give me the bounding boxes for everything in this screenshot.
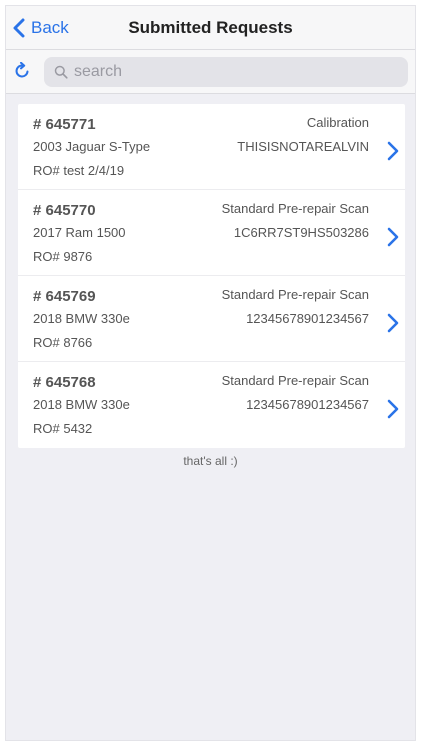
request-vehicle: 2018 BMW 330e [33, 397, 130, 412]
chevron-right-icon [387, 399, 399, 419]
search-input[interactable] [74, 63, 394, 81]
end-of-list-message: that's all :) [183, 454, 238, 468]
search-icon [54, 65, 68, 79]
request-number: # 645770 [33, 202, 96, 219]
app-screen: Back Submitted Requests # 645771 2003 Ja… [5, 5, 416, 741]
request-row[interactable]: # 645771 2003 Jaguar S-Type RO# test 2/4… [18, 104, 405, 190]
chevron-right-icon [387, 227, 399, 247]
request-vin: 1C6RR7ST9HS503286 [233, 225, 369, 240]
request-service-type: Standard Pre-repair Scan [221, 373, 369, 388]
navigation-bar: Back Submitted Requests [6, 6, 415, 50]
chevron-right-icon [387, 141, 399, 161]
search-bar [6, 50, 415, 94]
request-list: # 645771 2003 Jaguar S-Type RO# test 2/4… [18, 104, 405, 448]
request-row[interactable]: # 645768 2018 BMW 330e RO# 5432 Standard… [18, 362, 405, 448]
request-vin: THISISNOTAREALVIN [237, 139, 369, 154]
request-row[interactable]: # 645769 2018 BMW 330e RO# 8766 Standard… [18, 276, 405, 362]
request-service-type: Standard Pre-repair Scan [221, 287, 369, 302]
request-vin: 12345678901234567 [246, 397, 369, 412]
request-vehicle: 2018 BMW 330e [33, 311, 130, 326]
request-vin: 12345678901234567 [246, 311, 369, 326]
request-ro-number: RO# 5432 [33, 421, 93, 436]
request-service-type: Standard Pre-repair Scan [221, 201, 369, 216]
request-ro-number: RO# test 2/4/19 [33, 163, 125, 178]
request-ro-number: RO# 9876 [33, 249, 93, 264]
request-number: # 645769 [33, 288, 96, 305]
request-number: # 645771 [33, 116, 96, 133]
search-field[interactable] [44, 57, 408, 87]
page-title: Submitted Requests [128, 18, 293, 37]
chevron-right-icon [387, 313, 399, 333]
request-number: # 645768 [33, 374, 96, 391]
request-vehicle: 2003 Jaguar S-Type [33, 139, 151, 154]
refresh-icon[interactable] [13, 62, 31, 80]
request-vehicle: 2017 Ram 1500 [33, 225, 126, 240]
request-service-type: Calibration [306, 115, 369, 130]
request-row[interactable]: # 645770 2017 Ram 1500 RO# 9876 Standard… [18, 190, 405, 276]
request-ro-number: RO# 8766 [33, 335, 93, 350]
